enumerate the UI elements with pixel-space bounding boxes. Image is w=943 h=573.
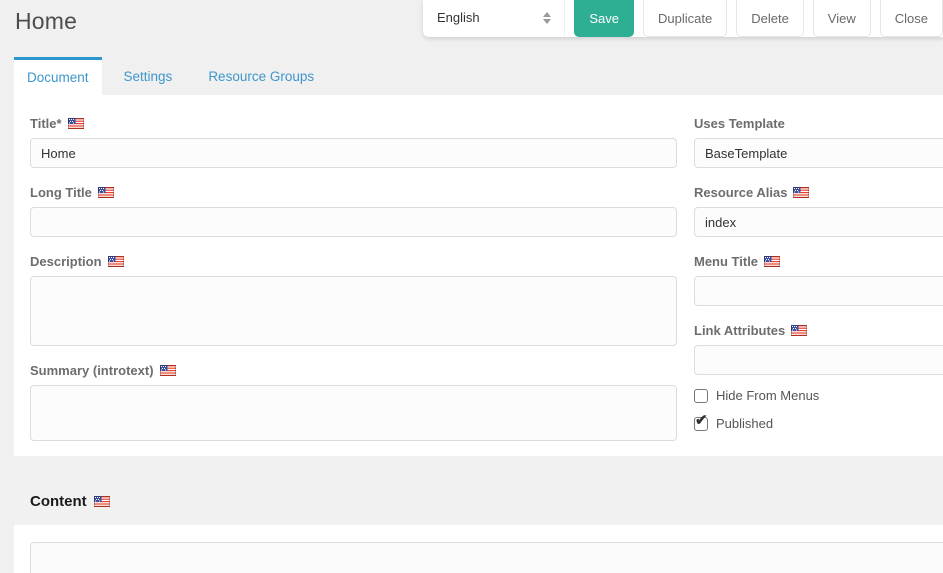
language-select-value: English (437, 10, 480, 25)
form-left-column: Title* Long Title (30, 116, 677, 458)
summary-label: Summary (introtext) (30, 363, 677, 378)
language-select[interactable]: English (423, 0, 566, 37)
content-panel: Content (14, 478, 943, 573)
uses-template-input[interactable] (694, 138, 943, 168)
link-attributes-input[interactable] (694, 345, 943, 375)
menu-title-field: Menu Title (694, 254, 943, 306)
long-title-field: Long Title (30, 185, 677, 237)
us-flag-icon (159, 364, 176, 376)
us-flag-icon (67, 117, 84, 129)
check-icon: ✔ (695, 411, 708, 429)
content-section-header: Content (14, 478, 943, 525)
link-attributes-label: Link Attributes (694, 323, 943, 338)
us-flag-icon (764, 255, 781, 267)
us-flag-icon (93, 496, 110, 507)
summary-textarea[interactable] (30, 385, 677, 441)
document-panel: Title* Long Title (14, 95, 943, 456)
long-title-input[interactable] (30, 207, 677, 237)
resource-edit-page: Home English Save Duplicate Delete View … (0, 0, 943, 573)
tab-bar: Document Settings Resource Groups (14, 57, 332, 95)
us-flag-icon (791, 324, 808, 336)
link-attributes-field: Link Attributes (694, 323, 943, 375)
long-title-label: Long Title (30, 185, 677, 200)
hide-from-menus-checkbox[interactable] (694, 388, 708, 403)
view-button[interactable]: View (812, 0, 871, 37)
delete-button[interactable]: Delete (736, 0, 804, 37)
hide-from-menus-label: Hide From Menus (716, 388, 820, 403)
us-flag-icon (107, 255, 124, 267)
tab-resource-groups[interactable]: Resource Groups (190, 57, 332, 95)
resource-alias-field: Resource Alias (694, 185, 943, 237)
published-checkbox[interactable]: ✔ (694, 413, 708, 431)
sort-arrows-icon (543, 11, 552, 26)
uses-template-label: Uses Template (694, 115, 785, 131)
title-label: Title* (30, 116, 677, 131)
resource-alias-input[interactable] (694, 207, 943, 237)
tab-settings[interactable]: Settings (106, 57, 191, 95)
resource-alias-label: Resource Alias (694, 185, 943, 200)
page-title: Home (15, 8, 78, 34)
toolbar: English Save Duplicate Delete View Close (423, 0, 943, 37)
title-input[interactable] (30, 138, 677, 168)
duplicate-button[interactable]: Duplicate (643, 0, 728, 37)
us-flag-icon (97, 186, 114, 198)
hide-from-menus-row: Hide From Menus (694, 388, 943, 403)
published-row: ✔ Published (694, 413, 943, 431)
menu-title-input[interactable] (694, 276, 943, 306)
menu-title-label: Menu Title (694, 254, 943, 269)
content-section-title: Content (30, 493, 87, 510)
summary-field: Summary (introtext) (30, 363, 677, 441)
uses-template-field: Uses Template (694, 116, 943, 168)
description-label: Description (30, 254, 677, 269)
content-section-body (14, 525, 943, 573)
published-label: Published (716, 416, 774, 431)
description-field: Description (30, 254, 677, 346)
save-button[interactable]: Save (574, 0, 635, 37)
us-flag-icon (793, 186, 810, 198)
tab-document[interactable]: Document (14, 57, 102, 95)
close-button[interactable]: Close (879, 0, 943, 37)
form-right-column: Uses Template Resource Alias (694, 116, 943, 431)
description-textarea[interactable] (30, 276, 677, 346)
content-editor[interactable] (30, 542, 943, 573)
title-field: Title* (30, 116, 677, 168)
